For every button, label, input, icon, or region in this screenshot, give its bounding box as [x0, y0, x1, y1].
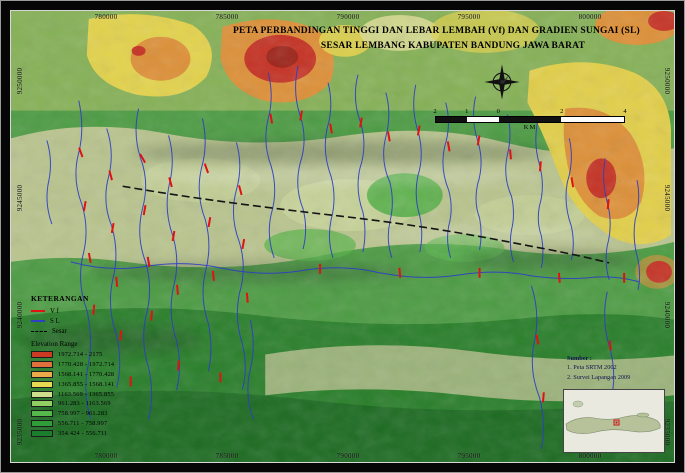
legend-item-label: V f [50, 308, 59, 315]
legend-item-label: Sesar [52, 328, 67, 335]
source-line: 1. Peta SRTM 2002 [567, 363, 630, 372]
legend-item-sl: S L [31, 316, 114, 326]
coordinate-label-top: 800000 [579, 13, 602, 21]
scale-bar-unit: KM [435, 124, 625, 131]
scale-tick-label: 2 [560, 108, 563, 115]
elevation-class-row: 1972.714 - 2175 [31, 350, 114, 360]
source-heading: Sumber : [567, 354, 630, 363]
compass-rose-icon [483, 63, 521, 101]
elevation-range-label: 1365.855 - 1568.141 [58, 381, 114, 388]
legend-title: KETERANGAN [31, 294, 114, 303]
scale-tick-label: 1 [465, 108, 468, 115]
elevation-class-row: 961.283 - 1163.569 [31, 399, 114, 409]
elevation-range-label: 354.424 - 556.711 [58, 430, 107, 437]
elevation-range-label: 961.283 - 1163.569 [58, 400, 111, 407]
elevation-class-row: 1163.569 - 1365.855 [31, 389, 114, 399]
legend-item-vf: V f [31, 306, 114, 316]
coordinate-label-right: 9235000 [663, 419, 671, 446]
scale-bar: 2 1 0 2 4 KM [435, 108, 625, 131]
elevation-range-label: 1568.141 - 1770.428 [58, 371, 114, 378]
scale-tick-label: 0 [497, 108, 500, 115]
scale-bar-segments [435, 116, 625, 123]
coordinate-label-right: 9250000 [663, 68, 671, 95]
fault-symbol-icon [31, 331, 47, 332]
elevation-class-row: 1568.141 - 1770.428 [31, 370, 114, 380]
elevation-swatch [31, 351, 53, 358]
map-canvas: PETA PERBANDINGAN TINGGI DAN LEBAR LEMBA… [10, 10, 675, 463]
map-title: PETA PERBANDINGAN TINGGI DAN LEBAR LEMBA… [233, 24, 673, 54]
scale-tick-label: 2 [433, 108, 436, 115]
elevation-swatch [31, 400, 53, 407]
scale-bar-labels: 2 1 0 2 4 [435, 108, 625, 116]
map-title-line2: SESAR LEMBANG KABUPATEN BANDUNG JAWA BAR… [233, 39, 673, 54]
elevation-class-row: 758.997 - 961.283 [31, 409, 114, 419]
coordinate-label-left: 9245000 [16, 185, 24, 212]
coordinate-label-top: 780000 [95, 13, 118, 21]
elevation-range-label: 758.997 - 961.283 [58, 410, 108, 417]
coordinate-label-top: 795000 [458, 13, 481, 21]
coordinate-label-right: 9240000 [663, 302, 671, 329]
legend-item-label: S L [50, 318, 60, 325]
legend: KETERANGAN V f S L Sesar Elevation Range… [31, 294, 114, 438]
elevation-swatch [31, 371, 53, 378]
elevation-swatch [31, 420, 53, 427]
coordinate-label-bottom: 795000 [458, 452, 481, 460]
coordinate-label-bottom: 785000 [216, 452, 239, 460]
scale-tick-label: 4 [623, 108, 626, 115]
legend-item-sesar: Sesar [31, 326, 114, 336]
elevation-swatch [31, 410, 53, 417]
sl-symbol-icon [31, 320, 45, 322]
coordinate-label-top: 785000 [216, 13, 239, 21]
source-note: Sumber : 1. Peta SRTM 2002 2. Survei Lap… [567, 354, 630, 382]
vf-symbol-icon [31, 310, 45, 312]
elevation-swatch [31, 391, 53, 398]
coordinate-label-right: 9245000 [663, 185, 671, 212]
inset-java-island [564, 390, 664, 452]
elevation-range-label: 556.711 - 758.997 [58, 420, 107, 427]
coordinate-label-bottom: 790000 [337, 452, 360, 460]
map-title-line1: PETA PERBANDINGAN TINGGI DAN LEBAR LEMBA… [233, 24, 673, 39]
elevation-swatch [31, 361, 53, 368]
elevation-range-title: Elevation Range [31, 340, 114, 348]
elevation-class-row: 556.711 - 758.997 [31, 419, 114, 429]
coordinate-label-top: 790000 [337, 13, 360, 21]
elevation-class-row: 354.424 - 556.711 [31, 428, 114, 438]
inset-locator-map [563, 389, 665, 453]
elevation-range-label: 1770.428 - 1972.714 [58, 361, 114, 368]
coordinate-label-left: 9235000 [16, 419, 24, 446]
elevation-class-row: 1770.428 - 1972.714 [31, 360, 114, 370]
map-frame: PETA PERBANDINGAN TINGGI DAN LEBAR LEMBA… [0, 0, 685, 473]
elevation-range-label: 1163.569 - 1365.855 [58, 391, 114, 398]
elevation-swatch [31, 381, 53, 388]
coordinate-label-bottom: 800000 [579, 452, 602, 460]
coordinate-label-left: 9250000 [16, 68, 24, 95]
elevation-range-label: 1972.714 - 2175 [58, 351, 102, 358]
elevation-class-row: 1365.855 - 1568.141 [31, 379, 114, 389]
coordinate-label-left: 9240000 [16, 302, 24, 329]
source-line: 2. Survei Lapangan 2009 [567, 373, 630, 382]
coordinate-label-bottom: 780000 [95, 452, 118, 460]
elevation-swatch [31, 430, 53, 437]
